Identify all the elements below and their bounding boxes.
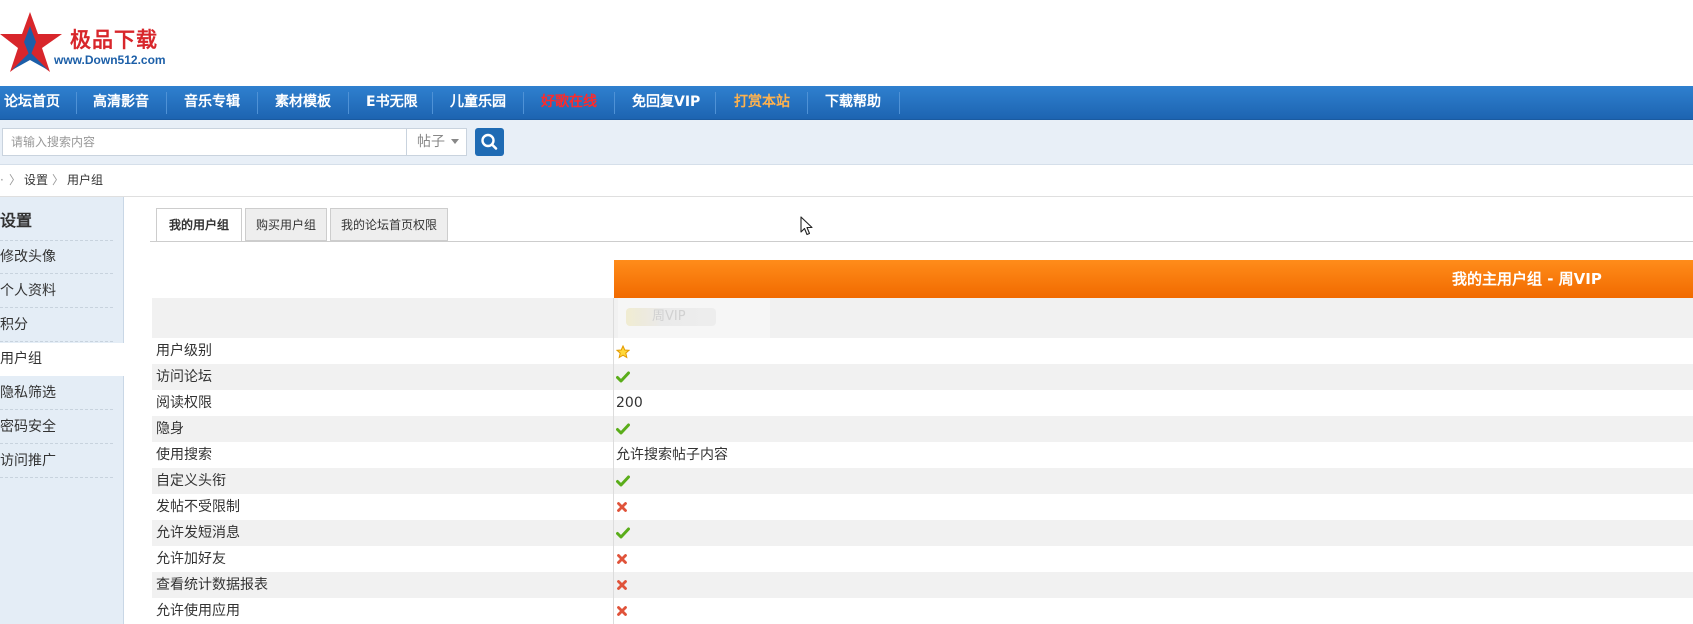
search-bar: 请输入搜索内容 帖子 — [0, 120, 1693, 165]
permission-label: 允许发短消息 — [156, 525, 240, 541]
sidebar-item-credits[interactable]: 积分 — [0, 309, 113, 342]
check-icon — [616, 468, 630, 494]
nav-divider — [899, 92, 900, 114]
main-nav: 论坛首页 高清影音 音乐专辑 素材模板 E书无限 儿童乐园 好歌在线 免回复VI… — [0, 86, 1693, 120]
nav-divider — [432, 92, 433, 114]
search-icon — [481, 133, 498, 150]
permission-label: 允许使用应用 — [156, 603, 240, 619]
search-type-label: 帖子 — [417, 134, 445, 150]
permission-label: 隐身 — [156, 421, 184, 437]
sidebar-item-usergroup[interactable]: 用户组 — [0, 343, 124, 376]
table-row: 自定义头衔 — [152, 468, 1693, 494]
table-row: 允许使用应用 — [152, 598, 1693, 624]
table-row: 隐身 — [152, 416, 1693, 442]
permission-label: 查看统计数据报表 — [156, 577, 268, 593]
table-row: 允许发短消息 — [152, 520, 1693, 546]
sidebar-item-avatar[interactable]: 修改头像 — [0, 241, 113, 274]
cross-icon — [616, 572, 628, 598]
sidebar-item-profile[interactable]: 个人资料 — [0, 275, 113, 308]
breadcrumb: · 〉 设置 〉 用户组 — [0, 164, 1693, 197]
cross-icon — [616, 546, 628, 572]
logo-url: www.Down512.com — [54, 53, 166, 67]
nav-divider — [257, 92, 258, 114]
table-row: 访问论坛 — [152, 364, 1693, 390]
nav-divider — [715, 92, 716, 114]
usergroup-badge: 周VIP — [626, 308, 716, 326]
check-icon — [616, 520, 630, 546]
nav-divider — [348, 92, 349, 114]
sidebar-title: 设置 — [0, 211, 33, 230]
breadcrumb-item-settings[interactable]: 设置 — [24, 164, 48, 196]
nav-item-songs[interactable]: 好歌在线 — [541, 86, 597, 119]
main-usergroup-title: 我的主用户组 - 周VIP — [1452, 270, 1602, 288]
breadcrumb-home-icon[interactable]: · — [0, 164, 4, 196]
table-row: 用户级别 — [152, 338, 1693, 364]
sidebar-item-password[interactable]: 密码安全 — [0, 411, 113, 444]
nav-divider — [807, 92, 808, 114]
tab-buy-usergroup[interactable]: 购买用户组 — [245, 208, 327, 241]
chevron-down-icon — [451, 139, 460, 144]
main-usergroup-header: 我的主用户组 - 周VIP — [614, 260, 1693, 298]
tab-forum-home-permissions[interactable]: 我的论坛首页权限 — [330, 208, 448, 241]
permission-label: 自定义头衔 — [156, 473, 226, 489]
nav-item-vip[interactable]: 免回复VIP — [632, 86, 700, 119]
breadcrumb-separator: 〉 — [9, 173, 22, 187]
check-icon — [616, 364, 630, 390]
nav-item-templates[interactable]: 素材模板 — [275, 86, 331, 119]
tab-my-usergroup[interactable]: 我的用户组 — [156, 208, 242, 242]
breadcrumb-item-usergroup[interactable]: 用户组 — [67, 164, 103, 196]
nav-divider — [76, 92, 77, 114]
nav-item-help[interactable]: 下载帮助 — [825, 86, 881, 119]
table-row: 发帖不受限制 — [152, 494, 1693, 520]
table-row: 允许加好友 — [152, 546, 1693, 572]
table-row — [152, 298, 1693, 338]
table-row: 阅读权限 200 — [152, 390, 1693, 416]
check-icon — [616, 416, 630, 442]
permission-label: 允许加好友 — [156, 551, 226, 567]
star-icon — [616, 339, 630, 365]
table-row: 查看统计数据报表 — [152, 572, 1693, 598]
column-divider — [613, 298, 614, 624]
logo-star-icon — [0, 12, 62, 72]
nav-item-donate[interactable]: 打赏本站 — [734, 86, 790, 119]
search-button[interactable] — [475, 128, 504, 156]
usergroup-name: 周VIP — [652, 309, 686, 324]
nav-item-hd-video[interactable]: 高清影音 — [93, 86, 149, 119]
nav-divider — [166, 92, 167, 114]
permission-value: 200 — [616, 395, 643, 411]
mouse-cursor-icon — [800, 216, 814, 240]
sidebar-item-privacy[interactable]: 隐私筛选 — [0, 377, 113, 410]
permission-label: 访问论坛 — [156, 369, 212, 385]
settings-sidebar: 设置 修改头像 个人资料 积分 用户组 隐私筛选 密码安全 访问推广 — [0, 197, 124, 624]
site-header: 极品下载 www.Down512.com — [0, 0, 1693, 86]
permission-label: 用户级别 — [156, 343, 212, 359]
nav-item-forum-home[interactable]: 论坛首页 — [4, 86, 60, 119]
usergroup-name-cell: 周VIP — [618, 298, 770, 338]
nav-item-music[interactable]: 音乐专辑 — [184, 86, 240, 119]
search-input[interactable]: 请输入搜索内容 — [2, 128, 407, 156]
breadcrumb-separator: 〉 — [52, 173, 65, 187]
permission-label: 发帖不受限制 — [156, 499, 240, 515]
logo-text: 极品下载 — [70, 28, 158, 52]
nav-divider — [523, 92, 524, 114]
cross-icon — [616, 598, 628, 624]
nav-divider — [614, 92, 615, 114]
table-row: 使用搜索 允许搜索帖子内容 — [152, 442, 1693, 468]
nav-item-kids[interactable]: 儿童乐园 — [450, 86, 506, 119]
site-logo[interactable]: 极品下载 www.Down512.com — [0, 12, 180, 78]
nav-item-ebooks[interactable]: E书无限 — [366, 86, 418, 119]
permission-label: 阅读权限 — [156, 395, 212, 411]
tabs-underline — [150, 241, 1693, 242]
sidebar-item-promotion[interactable]: 访问推广 — [0, 445, 113, 478]
permission-label: 使用搜索 — [156, 447, 212, 463]
cross-icon — [616, 494, 628, 520]
search-type-select[interactable]: 帖子 — [407, 128, 467, 156]
permission-value: 允许搜索帖子内容 — [616, 447, 728, 463]
